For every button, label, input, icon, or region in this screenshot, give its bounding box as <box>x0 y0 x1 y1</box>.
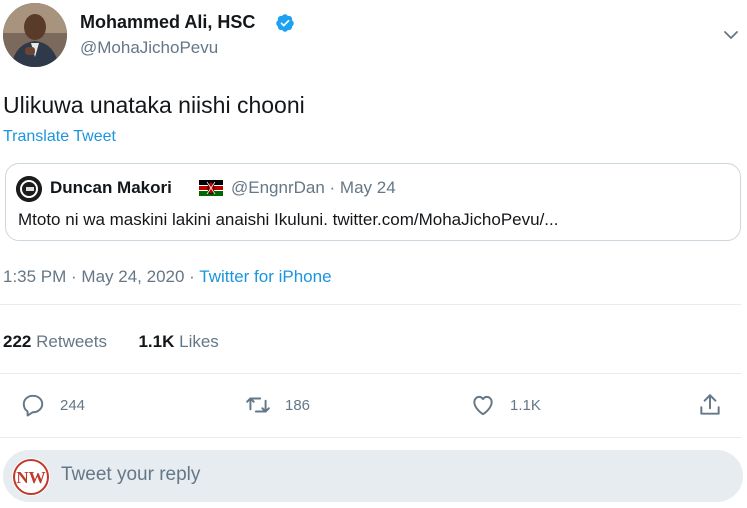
reply-count: 244 <box>60 396 86 414</box>
reply-avatar-text: NW <box>16 468 45 487</box>
likes-count: 1.1K <box>138 332 175 351</box>
likes-label: Likes <box>179 332 219 351</box>
share-button[interactable] <box>697 391 737 419</box>
author-avatar[interactable] <box>3 3 67 67</box>
like-button[interactable]: 1.1K <box>470 391 541 419</box>
divider <box>0 373 741 374</box>
reply-button[interactable]: 244 <box>20 391 85 419</box>
tweet-source[interactable]: Twitter for iPhone <box>199 267 331 286</box>
author-name[interactable]: Mohammed Ali, HSC <box>80 12 255 33</box>
reply-icon <box>22 394 44 417</box>
quoted-tweet-text: Mtoto ni wa maskini lakini anaishi Ikulu… <box>18 210 559 229</box>
retweet-icon <box>246 397 270 413</box>
retweets-count: 222 <box>3 332 32 351</box>
tweet-date[interactable]: May 24, 2020 <box>81 267 184 286</box>
tweet-meta: 1:35 PM · May 24, 2020 · Twitter for iPh… <box>3 267 332 286</box>
quoted-handle-date: @EngnrDan · May 24 <box>231 178 396 197</box>
retweets-label: Retweets <box>36 332 107 351</box>
kenya-flag-icon <box>199 180 223 196</box>
tweet-text: Ulikuwa unataka niishi chooni <box>3 92 305 118</box>
reply-input[interactable] <box>61 464 721 486</box>
share-icon <box>700 394 720 415</box>
quoted-author-name[interactable]: Duncan Makori <box>50 178 172 198</box>
current-user-avatar[interactable]: NW <box>12 458 50 496</box>
quoted-tweet[interactable]: Duncan Makori @EngnrDan · May 24 Mtoto n… <box>5 163 741 241</box>
retweet-button[interactable]: 186 <box>245 391 310 419</box>
like-count: 1.1K <box>510 396 541 414</box>
chevron-down-icon[interactable] <box>722 27 740 43</box>
divider <box>0 437 741 438</box>
engagement-stats: 222 Retweets 1.1K Likes <box>3 332 219 352</box>
translate-tweet-link[interactable]: Translate Tweet <box>3 128 116 146</box>
likes-stat[interactable]: 1.1K Likes <box>138 332 218 351</box>
like-icon <box>473 395 493 416</box>
retweets-stat[interactable]: 222 Retweets <box>3 332 107 351</box>
verified-badge-icon <box>276 14 294 32</box>
quoted-author-avatar[interactable] <box>16 176 42 202</box>
divider <box>0 304 741 305</box>
retweet-count: 186 <box>285 396 311 414</box>
author-handle[interactable]: @MohaJichoPevu <box>80 38 218 58</box>
tweet-time[interactable]: 1:35 PM <box>3 267 66 286</box>
reply-bar[interactable]: NW <box>3 450 743 502</box>
